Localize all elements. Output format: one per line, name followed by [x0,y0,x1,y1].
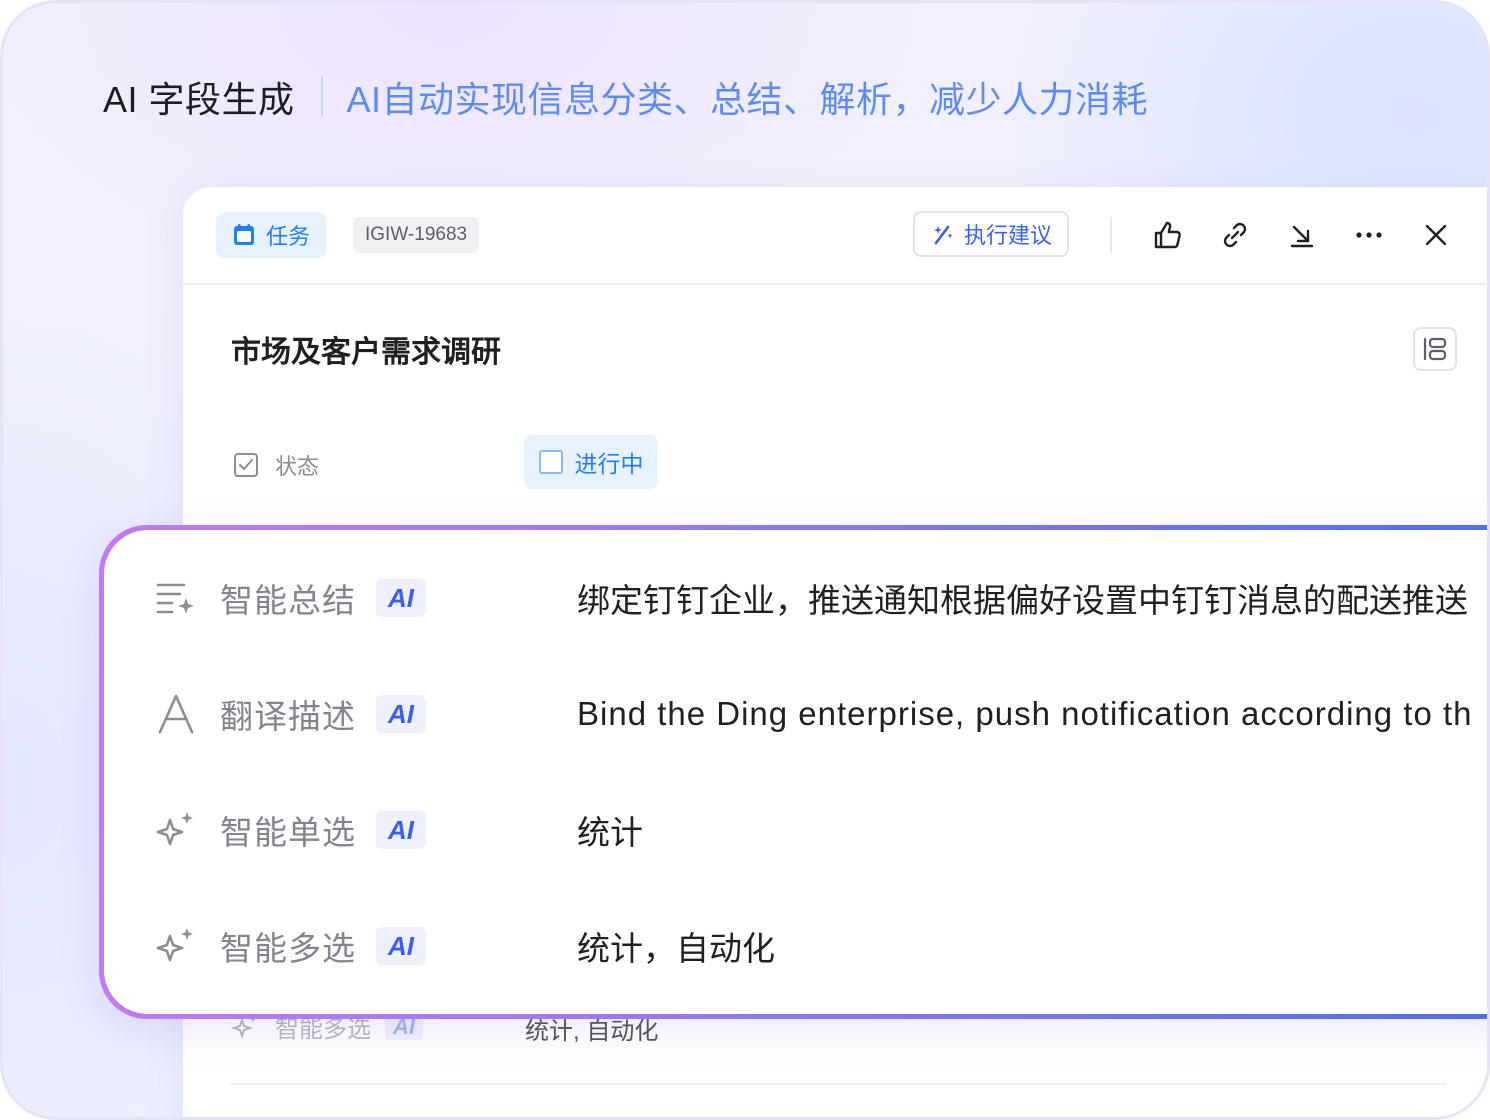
ai-fields-panel-body: 智能总结 AI 绑定钉钉企业，推送通知根据偏好设置中钉钉消息的配送推送 翻译描述… [104,530,1487,1014]
status-field-label: 状态 [233,449,319,481]
download-icon[interactable] [1284,217,1320,253]
ai-field-label: 智能总结 [220,582,356,619]
ai-field-row-translate[interactable]: 翻译描述 AI Bind the Ding enterprise, push n… [104,684,1487,744]
task-title[interactable]: 市场及客户需求调研 [231,327,501,371]
ai-field-label: 翻译描述 [220,698,356,735]
ai-badge: AI [376,927,426,965]
status-dropdown[interactable]: 进行中 [524,435,658,489]
ai-field-value[interactable]: 绑定钉钉企业，推送通知根据偏好设置中钉钉消息的配送推送 [577,574,1468,622]
headline-divider [320,77,323,117]
sparkle-icon [154,924,198,968]
execute-suggestion-label: 执行建议 [963,223,1052,248]
headline-subtitle: AI自动实现信息分类、总结、解析，减少人力消耗 [346,79,1149,120]
ai-fields-panel: 智能总结 AI 绑定钉钉企业，推送通知根据偏好设置中钉钉消息的配送推送 翻译描述… [99,525,1487,1019]
checkbox-field-icon [234,453,258,477]
calendar-icon [233,224,254,245]
headline-title: AI 字段生成 [103,79,295,120]
card-divider [229,1083,1447,1085]
header-divider [1110,217,1112,253]
sparkle-icon [154,808,198,852]
ai-field-row-single-select[interactable]: 智能单选 AI 统计 [104,800,1487,860]
execute-suggestion-button[interactable]: 执行建议 [913,211,1069,257]
link-icon[interactable] [1217,217,1253,253]
status-checkbox-icon [538,450,563,474]
summary-sparkle-icon [154,576,198,620]
ai-field-label: 智能多选 [220,930,356,967]
translate-icon [154,692,198,736]
layout-icon [1423,337,1447,361]
ai-field-row-summary[interactable]: 智能总结 AI 绑定钉钉企业，推送通知根据偏好设置中钉钉消息的配送推送 [104,568,1487,628]
close-icon[interactable] [1418,217,1454,253]
ai-badge: AI [376,579,426,617]
layout-toggle-button[interactable] [1413,327,1457,371]
status-value: 进行中 [574,451,644,477]
ai-badge: AI [376,811,426,849]
task-type-tag[interactable]: 任务 [216,212,326,258]
task-id-tag[interactable]: IGIW-19683 [353,217,480,253]
task-type-label: 任务 [265,224,310,249]
ai-badge: AI [376,695,426,733]
status-label: 状态 [275,454,320,479]
ai-field-row-multi-select[interactable]: 智能多选 AI 统计，自动化 [104,916,1487,976]
promo-frame: AI 字段生成 AI自动实现信息分类、总结、解析，减少人力消耗 任务 IGIW-… [0,0,1490,1120]
card-header: 任务 IGIW-19683 执行建议 [183,187,1487,285]
magic-wand-icon [933,225,953,245]
ai-field-value[interactable]: Bind the Ding enterprise, push notificat… [577,695,1473,733]
ai-field-value[interactable]: 统计，自动化 [577,922,775,970]
ai-field-value[interactable]: 统计 [577,806,643,854]
ai-field-label: 智能单选 [220,814,356,851]
more-icon[interactable] [1351,217,1387,253]
thumbs-up-icon[interactable] [1150,217,1186,253]
headline: AI 字段生成 AI自动实现信息分类、总结、解析，减少人力消耗 [103,71,1148,123]
